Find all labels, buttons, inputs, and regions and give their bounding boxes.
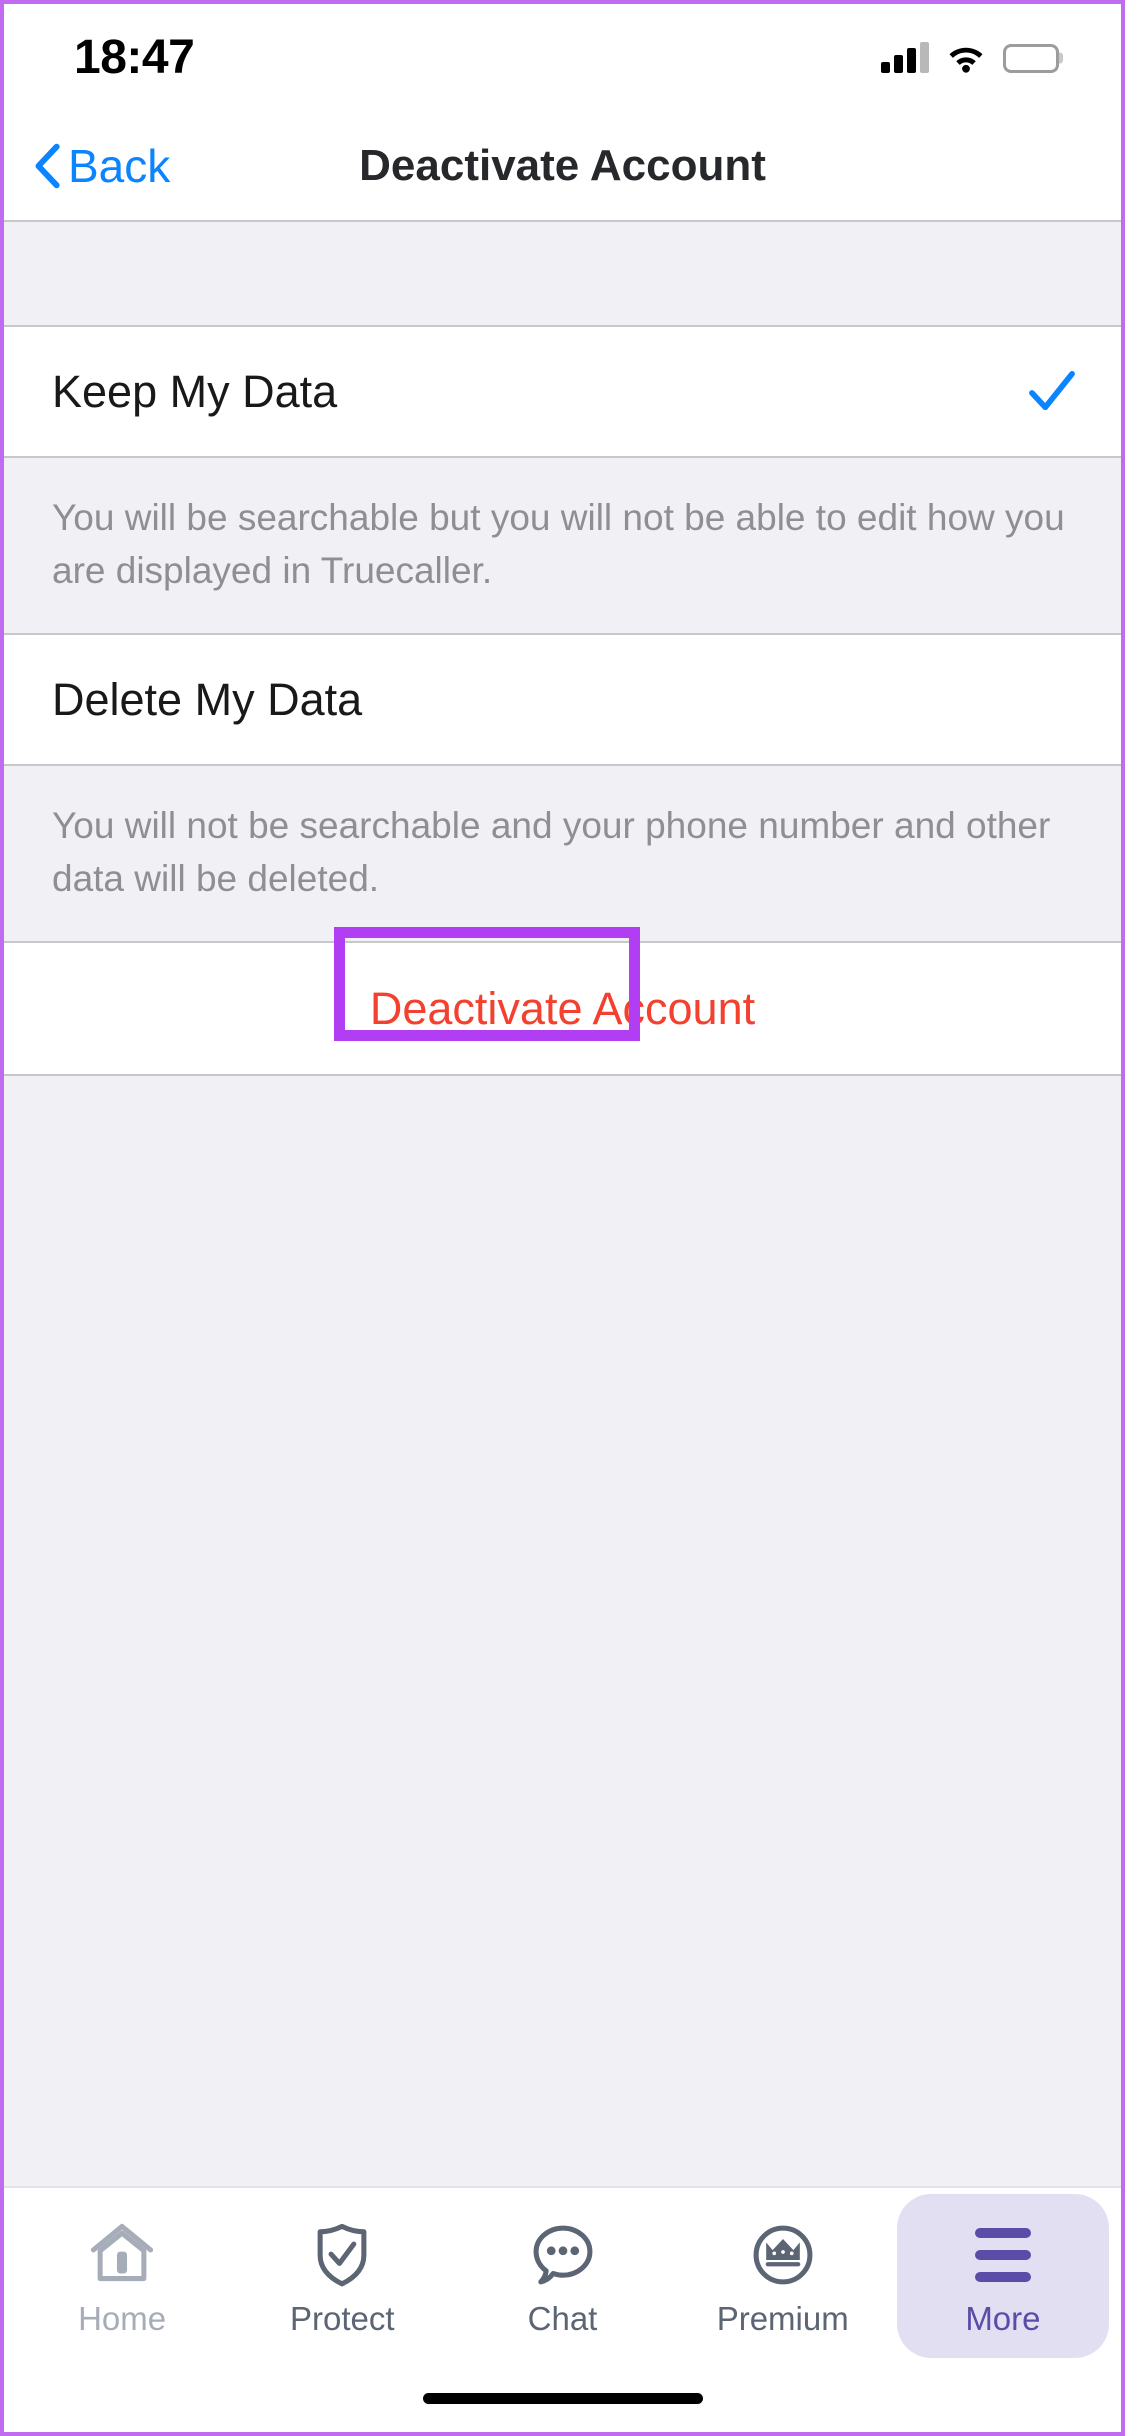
empty-area bbox=[4, 1076, 1121, 2186]
top-spacer-section bbox=[4, 220, 1121, 327]
option-label: Delete My Data bbox=[52, 674, 363, 726]
bottom-tab-bar: Home Protect Chat Premium More bbox=[4, 2186, 1121, 2364]
cellular-signal-icon bbox=[881, 42, 929, 73]
phone-screen: 18:47 Back Deactivate Account Keep My Da… bbox=[0, 0, 1125, 2436]
deactivate-account-button[interactable]: Deactivate Account bbox=[370, 986, 755, 1031]
tab-label: Protect bbox=[290, 2299, 395, 2337]
option-row-delete-my-data[interactable]: Delete My Data bbox=[4, 635, 1121, 767]
status-bar-indicators bbox=[881, 42, 1059, 73]
tab-home[interactable]: Home bbox=[16, 2194, 228, 2358]
option-label: Keep My Data bbox=[52, 366, 338, 417]
tab-chat[interactable]: Chat bbox=[456, 2194, 668, 2358]
status-bar-time: 18:47 bbox=[74, 31, 195, 84]
tab-label: Home bbox=[78, 2299, 167, 2337]
home-icon bbox=[85, 2218, 159, 2292]
tab-premium[interactable]: Premium bbox=[677, 2194, 889, 2358]
option-description-text: You will not be searchable and your phon… bbox=[52, 805, 1051, 899]
home-indicator[interactable] bbox=[422, 2392, 703, 2404]
battery-icon bbox=[1003, 43, 1059, 73]
option-row-keep-my-data[interactable]: Keep My Data bbox=[4, 327, 1121, 458]
wifi-icon bbox=[949, 47, 983, 73]
option-description-keep-my-data: You will be searchable but you will not … bbox=[4, 458, 1121, 636]
navigation-bar: Back Deactivate Account bbox=[4, 112, 1121, 220]
tab-more[interactable]: More bbox=[896, 2194, 1110, 2358]
option-description-delete-my-data: You will not be searchable and your phon… bbox=[4, 766, 1121, 944]
tab-protect[interactable]: Protect bbox=[236, 2194, 448, 2358]
home-indicator-area bbox=[4, 2364, 1121, 2432]
tab-label: Chat bbox=[527, 2299, 598, 2337]
tab-label: Premium bbox=[716, 2299, 849, 2337]
option-description-text: You will be searchable but you will not … bbox=[52, 497, 1065, 591]
tab-label: More bbox=[965, 2299, 1041, 2337]
checkmark-icon bbox=[1029, 370, 1075, 410]
page-title: Deactivate Account bbox=[359, 141, 766, 190]
status-bar: 18:47 bbox=[4, 4, 1121, 112]
crown-circle-icon bbox=[746, 2218, 820, 2292]
hamburger-menu-icon bbox=[966, 2218, 1040, 2292]
shield-check-icon bbox=[305, 2218, 379, 2292]
deactivate-account-row[interactable]: Deactivate Account bbox=[4, 927, 1121, 1077]
settings-list: Keep My Data You will be searchable but … bbox=[4, 220, 1121, 2186]
chat-bubble-icon bbox=[526, 2218, 600, 2292]
